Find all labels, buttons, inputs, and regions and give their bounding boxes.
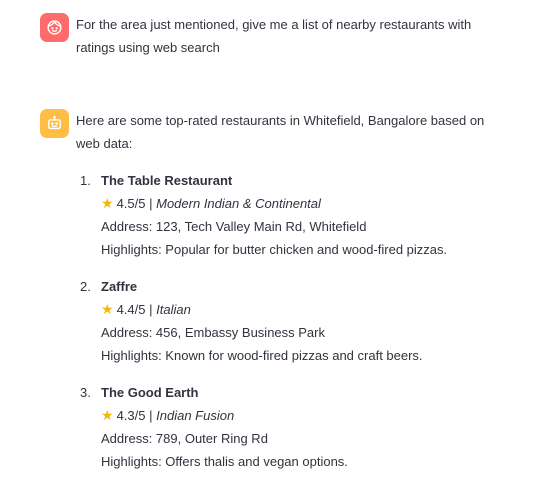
rating-separator: | (149, 302, 153, 317)
cuisine-type: Italian (156, 302, 191, 317)
rating-separator: | (149, 196, 153, 211)
user-chat-message: For the area just mentioned, give me a l… (40, 13, 485, 59)
restaurant-name: Zaffre (101, 279, 138, 294)
rating-value: 4.3/5 (116, 408, 146, 423)
restaurant-item: 2. Zaffre ★ 4.4/5 | Italian Address: 456,… (76, 275, 485, 367)
star-icon: ★ (101, 301, 114, 317)
list-number: 1. (80, 173, 91, 188)
star-icon: ★ (101, 195, 114, 211)
rating-line: ★ 4.4/5 | Italian (101, 298, 485, 321)
restaurant-name: The Table Restaurant (101, 173, 233, 188)
user-face-icon (40, 13, 69, 42)
robot-icon (40, 109, 69, 138)
restaurant-highlights: Highlights: Offers thalis and vegan opti… (101, 454, 348, 469)
rating-line: ★ 4.3/5 | Indian Fusion (101, 404, 485, 427)
restaurant-address: Address: 123, Tech Valley Main Rd, White… (101, 219, 367, 234)
restaurant-address: Address: 456, Embassy Business Park (101, 325, 325, 340)
cuisine-type: Modern Indian & Continental (156, 196, 321, 211)
star-icon: ★ (101, 407, 114, 423)
assistant-message-body: Here are some top-rated restaurants in W… (76, 109, 485, 473)
restaurant-highlights: Highlights: Known for wood-fired pizzas … (101, 348, 423, 363)
cuisine-type: Indian Fusion (156, 408, 235, 423)
assistant-intro-text: Here are some top-rated restaurants in W… (76, 113, 485, 151)
list-number: 2. (80, 279, 91, 294)
restaurant-address: Address: 789, Outer Ring Rd (101, 431, 268, 446)
user-message-text: For the area just mentioned, give me a l… (76, 17, 472, 55)
rating-value: 4.4/5 (116, 302, 146, 317)
restaurant-highlights: Highlights: Popular for butter chicken a… (101, 242, 448, 257)
restaurant-name: The Good Earth (101, 385, 199, 400)
restaurant-item: 1. The Table Restaurant ★ 4.5/5 | Modern … (76, 169, 485, 261)
restaurant-item: 3. The Good Earth ★ 4.3/5 | Indian Fusion… (76, 381, 485, 473)
rating-line: ★ 4.5/5 | Modern Indian & Continental (101, 192, 485, 215)
restaurant-list: 1. The Table Restaurant ★ 4.5/5 | Modern … (76, 169, 485, 473)
rating-value: 4.5/5 (116, 196, 146, 211)
rating-separator: | (149, 408, 153, 423)
list-number: 3. (80, 385, 91, 400)
assistant-chat-message: Here are some top-rated restaurants in W… (40, 109, 485, 487)
